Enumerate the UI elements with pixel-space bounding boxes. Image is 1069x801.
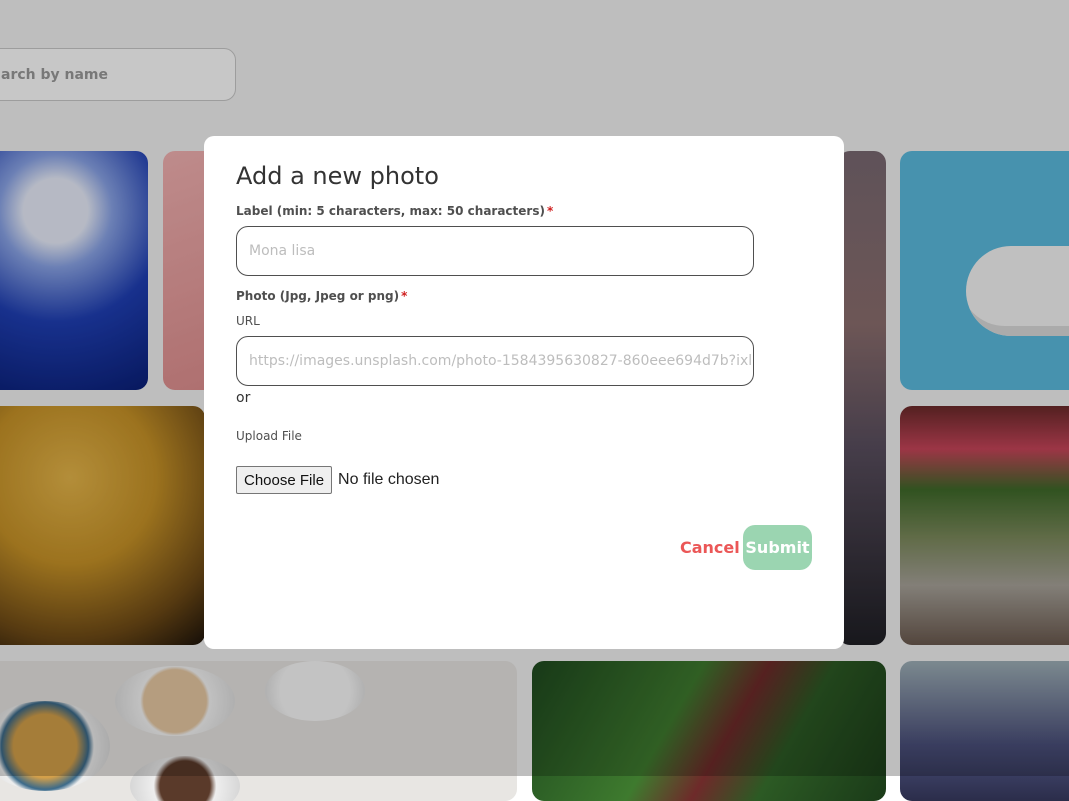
label-input[interactable]: Mona lisa <box>236 226 754 276</box>
upload-file-label: Upload File <box>236 429 302 443</box>
cancel-button[interactable]: Cancel <box>680 538 740 557</box>
choose-file-button[interactable]: Choose File <box>236 466 333 494</box>
required-asterisk: * <box>546 204 554 218</box>
submit-button[interactable]: Submit <box>743 525 812 570</box>
or-separator: or <box>236 390 251 406</box>
label-field-label: Label (min: 5 characters, max: 50 charac… <box>236 204 553 218</box>
photo-field-label: Photo (Jpg, Jpeg or png) * <box>236 289 407 303</box>
file-input: Choose File No file chosen <box>236 466 439 494</box>
url-input-placeholder: https://images.unsplash.com/photo-158439… <box>249 353 754 369</box>
required-asterisk: * <box>401 289 408 303</box>
photo-field-text: Photo (Jpg, Jpeg or png) <box>236 289 400 303</box>
label-input-placeholder: Mona lisa <box>249 243 316 259</box>
file-status-text: No file chosen <box>338 471 440 488</box>
modal-title: Add a new photo <box>236 162 439 190</box>
url-label: URL <box>236 314 260 328</box>
url-input[interactable]: https://images.unsplash.com/photo-158439… <box>236 336 754 386</box>
add-photo-modal: Add a new photo Label (min: 5 characters… <box>204 136 844 649</box>
label-field-text: Label (min: 5 characters, max: 50 charac… <box>236 204 545 218</box>
